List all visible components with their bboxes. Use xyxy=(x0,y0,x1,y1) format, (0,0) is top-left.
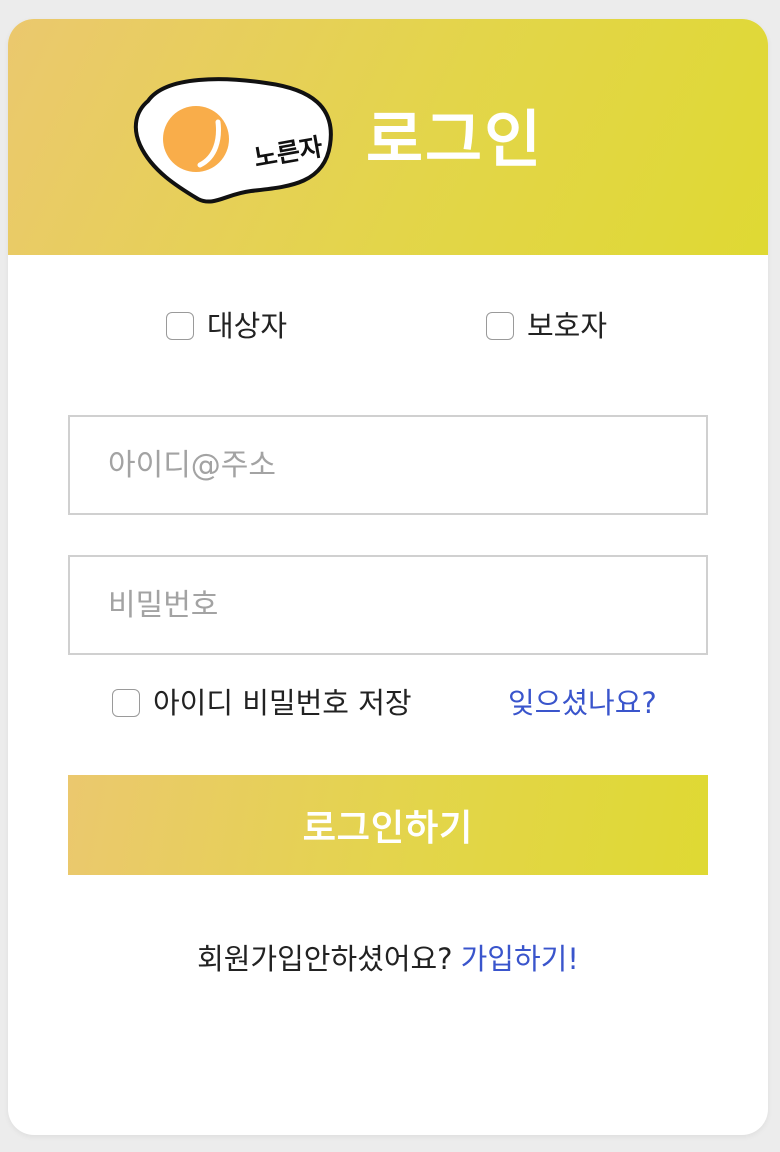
role-guardian-checkbox[interactable] xyxy=(486,312,514,340)
role-option-subject[interactable]: 대상자 xyxy=(166,306,287,346)
save-credentials-label: 아이디 비밀번호 저장 xyxy=(153,686,412,720)
save-credentials-option[interactable]: 아이디 비밀번호 저장 xyxy=(112,683,412,723)
header-banner: 노른자 로그인 xyxy=(8,19,768,255)
login-card: 노른자 로그인 대상자 보호자 아이디 비밀번호 저장 잊으셨나요? 로그인하기… xyxy=(8,19,768,1135)
role-subject-checkbox[interactable] xyxy=(166,312,194,340)
save-credentials-checkbox[interactable] xyxy=(112,689,140,717)
password-input[interactable] xyxy=(68,555,708,655)
signup-link[interactable]: 가입하기! xyxy=(461,942,579,976)
app-logo: 노른자 xyxy=(126,67,336,215)
signup-row: 회원가입안하셨어요? 가입하기! xyxy=(8,939,768,979)
id-input[interactable] xyxy=(68,415,708,515)
role-subject-label: 대상자 xyxy=(207,309,288,343)
page-title: 로그인 xyxy=(366,103,544,176)
role-selector: 대상자 보호자 xyxy=(8,306,768,346)
login-button[interactable]: 로그인하기 xyxy=(68,775,708,875)
signup-prompt: 회원가입안하셨어요? xyxy=(197,942,453,976)
forgot-password-link[interactable]: 잊으셨나요? xyxy=(508,683,657,723)
role-guardian-label: 보호자 xyxy=(527,309,608,343)
role-option-guardian[interactable]: 보호자 xyxy=(486,306,607,346)
